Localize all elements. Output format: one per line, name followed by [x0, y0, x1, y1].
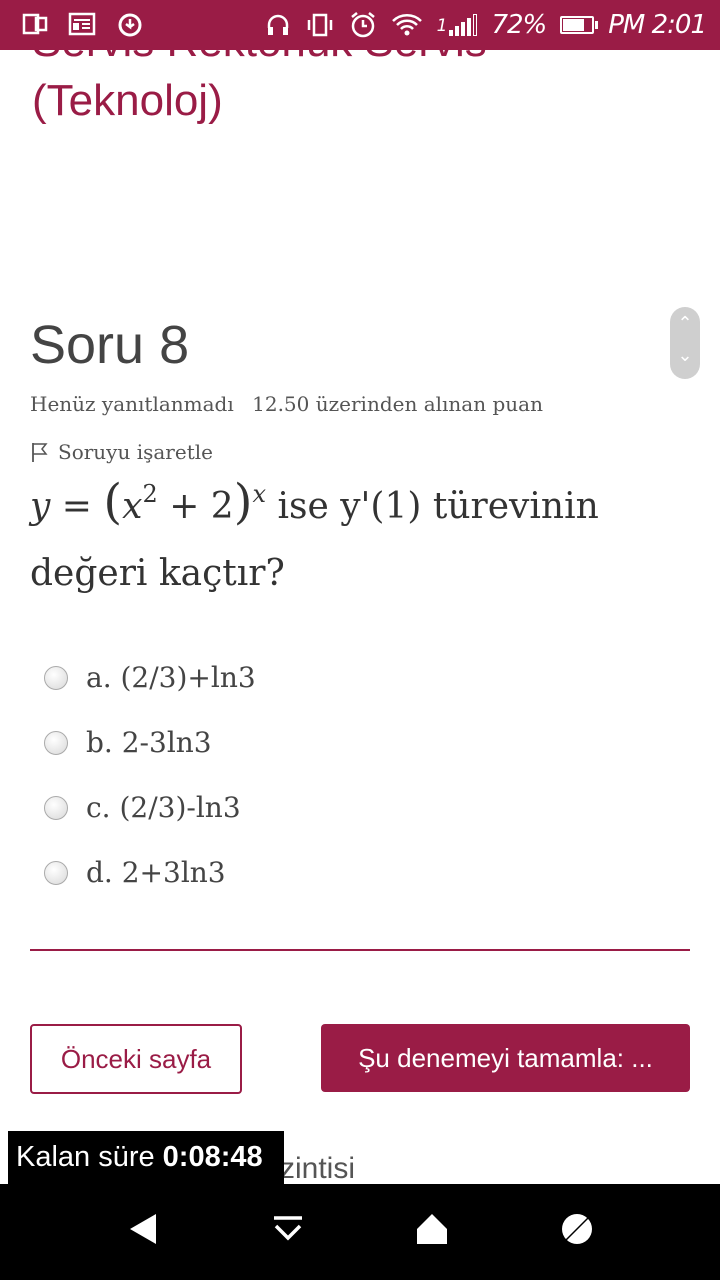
divider: [30, 949, 690, 951]
answer-label[interactable]: c. (2/3)-ln3: [86, 791, 241, 824]
radio-button[interactable]: [44, 860, 68, 885]
signal-label: 1: [436, 16, 448, 36]
radio-button[interactable]: [44, 730, 68, 755]
previous-page-button[interactable]: Önceki sayfa: [30, 1024, 242, 1094]
chevron-down-icon[interactable]: ⌄: [670, 339, 700, 371]
radio-button[interactable]: [44, 665, 68, 690]
flag-icon: [32, 443, 48, 462]
system-nav-bar: [0, 1184, 720, 1280]
finish-attempt-button[interactable]: Şu denemeyi tamamla: ...: [321, 1024, 690, 1092]
formula: y = (x2 + 2)x: [30, 474, 277, 530]
answer-option-b[interactable]: b. 2-3ln3: [44, 710, 256, 775]
formula-paren-open: (: [103, 474, 123, 530]
sync-icon: [118, 13, 142, 37]
formula-eq: =: [61, 486, 92, 527]
answer-label[interactable]: b. 2-3ln3: [86, 726, 212, 759]
question-state: Henüz yanıtlanmadı: [30, 392, 234, 416]
formula-base-exp: 2: [142, 480, 158, 508]
question-info: Henüz yanıtlanmadı 12.50 üzerinden alına…: [30, 392, 555, 416]
recent-apps-icon[interactable]: [560, 1212, 594, 1246]
question-grade: 12.50 üzerinden alınan puan: [252, 392, 543, 416]
battery-icon: [560, 16, 599, 34]
question-text-part1: ise y'(1) türevinin: [277, 486, 599, 527]
vibrate-icon: [307, 13, 332, 37]
quiz-navigation-heading: zintisi: [280, 1152, 356, 1185]
formula-paren-close: ): [233, 474, 253, 530]
question-text-part2: değeri kaçtır?: [30, 553, 285, 594]
radio-button[interactable]: [44, 795, 68, 820]
chevron-up-icon[interactable]: ⌃: [670, 307, 700, 339]
news-icon: [68, 12, 96, 36]
formula-exponent: x: [252, 480, 266, 508]
formula-y: y: [30, 486, 51, 527]
formula-base: x: [122, 486, 143, 527]
course-title: (Teknoloj): [32, 76, 223, 125]
answer-list: a. (2/3)+ln3 b. 2-3ln3 c. (2/3)-ln3 d. 2…: [44, 645, 256, 905]
scroll-control[interactable]: ⌃ ⌄: [670, 307, 700, 379]
timer-label: Kalan süre: [16, 1141, 155, 1173]
flag-question-link[interactable]: Soruyu işaretle: [30, 440, 213, 464]
headphones-icon: [267, 14, 288, 35]
answer-label[interactable]: d. 2+3ln3: [86, 856, 226, 889]
formula-plus: + 2: [169, 486, 234, 527]
answer-option-d[interactable]: d. 2+3ln3: [44, 840, 256, 905]
back-icon[interactable]: [128, 1212, 158, 1246]
answer-option-a[interactable]: a. (2/3)+ln3: [44, 645, 256, 710]
screen-mirror-icon: [22, 13, 48, 35]
timer-value: 0:08:48: [162, 1141, 263, 1173]
hide-keyboard-icon[interactable]: [272, 1212, 304, 1246]
question-number: Soru 8: [30, 315, 190, 375]
signal-icon: 1: [437, 14, 478, 36]
home-icon[interactable]: [415, 1212, 449, 1246]
time-remaining: Kalan süre 0:08:48: [8, 1131, 284, 1184]
wifi-icon: [391, 14, 422, 36]
answer-option-c[interactable]: c. (2/3)-ln3: [44, 775, 256, 840]
flag-label: Soruyu işaretle: [58, 440, 213, 464]
clock: PM 2:01: [608, 10, 707, 40]
question-text: y = (x2 + 2)x ise y'(1) türevinin değeri…: [30, 470, 690, 606]
alarm-icon: [350, 12, 375, 38]
status-bar: 1 72% PM 2:01: [0, 0, 720, 50]
battery-percent: 72%: [491, 10, 547, 40]
answer-label[interactable]: a. (2/3)+ln3: [86, 661, 256, 694]
